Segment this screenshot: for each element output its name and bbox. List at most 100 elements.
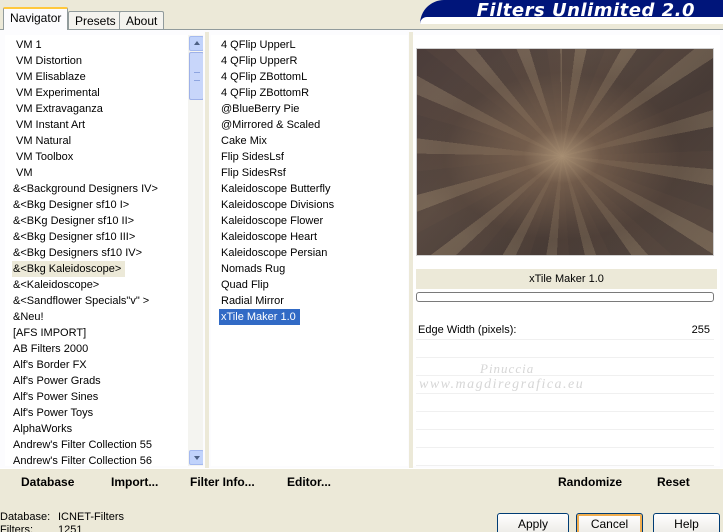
filter-item[interactable]: @Mirrored & Scaled <box>211 117 408 133</box>
filter-item-label: 4 QFlip ZBottomR <box>221 87 310 99</box>
category-item[interactable]: Andrew's Filter Collection 55 <box>5 437 185 453</box>
filter-item-label: @Mirrored & Scaled <box>221 119 321 131</box>
category-item-label: &<Bkg Designers sf10 IV> <box>13 247 143 259</box>
scroll-down-arrow-icon[interactable] <box>189 450 203 465</box>
category-item[interactable]: [AFS IMPORT] <box>5 325 185 341</box>
category-item[interactable]: VM Natural <box>5 133 185 149</box>
filter-item[interactable]: Kaleidoscope Persian <box>211 245 408 261</box>
param-row-empty <box>416 412 714 430</box>
category-item-label: &Neu! <box>13 311 44 323</box>
selected-filter-title: xTile Maker 1.0 <box>416 269 717 289</box>
filters-count-value: 1251 <box>58 524 83 532</box>
category-item[interactable]: &<Bkg Designer sf10 III> <box>5 229 185 245</box>
category-item-label: VM Extravaganza <box>16 103 103 115</box>
category-item-label: &<Background Designers IV> <box>13 183 158 195</box>
filter-item[interactable]: @BlueBerry Pie <box>211 101 408 117</box>
category-item[interactable]: Andrew's Filter Collection 56 <box>5 453 185 466</box>
category-item[interactable]: AB Filters 2000 <box>5 341 185 357</box>
filter-info-link[interactable]: Filter Info... <box>190 475 255 489</box>
category-scrollbar[interactable] <box>188 35 203 466</box>
import-link[interactable]: Import... <box>111 475 158 489</box>
param-value: 255 <box>691 324 710 336</box>
category-item[interactable]: &<Kaleidoscope> <box>5 277 185 293</box>
tab-presets[interactable]: Presets <box>68 11 123 29</box>
filter-item[interactable]: Cake Mix <box>211 133 408 149</box>
banner: Filters Unlimited 2.0 <box>420 0 723 24</box>
navigator-panel: VM 1 VM Distortion VM Elisablaze VM Experim… <box>0 30 723 498</box>
category-item[interactable]: Alf's Power Toys <box>5 405 185 421</box>
param-label: Edge Width (pixels): <box>418 324 517 336</box>
filter-item[interactable]: 4 QFlip UpperL <box>211 37 408 53</box>
divider-line <box>0 468 723 469</box>
filter-item[interactable]: Kaleidoscope Flower <box>211 213 408 229</box>
action-link-bar: Database Import... Filter Info... Editor… <box>0 468 723 498</box>
tab-navigator[interactable]: Navigator <box>3 7 69 30</box>
category-item-label: Andrew's Filter Collection 55 <box>13 439 153 451</box>
reset-link[interactable]: Reset <box>657 475 690 489</box>
category-item[interactable]: VM Distortion <box>5 53 185 69</box>
category-item[interactable]: VM Experimental <box>5 85 185 101</box>
filter-item[interactable]: Kaleidoscope Heart <box>211 229 408 245</box>
category-item-label: VM <box>16 167 33 179</box>
category-item[interactable]: &<BKg Designer sf10 II> <box>5 213 185 229</box>
param-row-edge-width[interactable]: Edge Width (pixels): 255 <box>416 322 714 340</box>
param-row-empty <box>416 448 714 466</box>
apply-button[interactable]: Apply <box>497 513 569 532</box>
scroll-thumb[interactable] <box>189 52 203 100</box>
category-item[interactable]: Alf's Power Grads <box>5 373 185 389</box>
filter-item[interactable]: Flip SidesLsf <box>211 149 408 165</box>
filter-item-label: Flip SidesLsf <box>221 151 284 163</box>
randomize-link[interactable]: Randomize <box>558 475 622 489</box>
scroll-up-arrow-icon[interactable] <box>189 36 203 51</box>
category-item-label: &<Bkg Designer sf10 I> <box>13 199 130 211</box>
category-item[interactable]: VM 1 <box>5 37 185 53</box>
category-item-label: &<Kaleidoscope> <box>13 279 100 291</box>
filter-list[interactable]: 4 QFlip UpperL 4 QFlip UpperR 4 QFlip ZBot… <box>211 35 408 466</box>
category-item[interactable]: &<Bkg Designer sf10 I> <box>5 197 185 213</box>
category-item[interactable]: AlphaWorks <box>5 421 185 437</box>
cancel-button[interactable]: Cancel <box>576 513 643 532</box>
filter-item[interactable]: Flip SidesRsf <box>211 165 408 181</box>
filter-item-label: Kaleidoscope Divisions <box>221 199 335 211</box>
category-item[interactable]: &<Bkg Designers sf10 IV> <box>5 245 185 261</box>
editor-link[interactable]: Editor... <box>287 475 331 489</box>
filter-item-label: 4 QFlip UpperL <box>221 39 296 51</box>
param-row-empty <box>416 430 714 448</box>
category-item-label: Alf's Power Toys <box>13 407 94 419</box>
category-list[interactable]: VM 1 VM Distortion VM Elisablaze VM Experim… <box>5 35 203 466</box>
filter-item-label: Quad Flip <box>221 279 269 291</box>
filter-item[interactable]: Kaleidoscope Butterfly <box>211 181 408 197</box>
filter-item-label: Kaleidoscope Flower <box>221 215 324 227</box>
category-item[interactable]: VM Toolbox <box>5 149 185 165</box>
category-item[interactable]: VM Instant Art <box>5 117 185 133</box>
pane-divider[interactable] <box>205 32 209 468</box>
category-item[interactable]: &Neu! <box>5 309 185 325</box>
category-item[interactable]: VM <box>5 165 185 181</box>
filter-item[interactable]: xTile Maker 1.0 <box>211 309 408 325</box>
category-item[interactable]: Alf's Border FX <box>5 357 185 373</box>
category-item[interactable]: &<Background Designers IV> <box>5 181 185 197</box>
category-item-label: &<BKg Designer sf10 II> <box>13 215 135 227</box>
filter-item-label: Kaleidoscope Butterfly <box>221 183 331 195</box>
filter-item[interactable]: Kaleidoscope Divisions <box>211 197 408 213</box>
filter-item[interactable]: Quad Flip <box>211 277 408 293</box>
filter-item[interactable]: Radial Mirror <box>211 293 408 309</box>
database-label: Database: <box>0 511 51 523</box>
database-link[interactable]: Database <box>21 475 74 489</box>
filter-item[interactable]: Nomads Rug <box>211 261 408 277</box>
filter-item[interactable]: 4 QFlip UpperR <box>211 53 408 69</box>
category-item[interactable]: Alf's Power Sines <box>5 389 185 405</box>
category-item[interactable]: &<Bkg Kaleidoscope> <box>5 261 185 277</box>
help-button[interactable]: Help <box>653 513 720 532</box>
category-item[interactable]: VM Elisablaze <box>5 69 185 85</box>
category-item-label: VM Toolbox <box>16 151 74 163</box>
category-item-label: [AFS IMPORT] <box>13 327 87 339</box>
category-item[interactable]: VM Extravaganza <box>5 101 185 117</box>
category-item-label: &<Bkg Kaleidoscope> <box>12 261 126 277</box>
category-item[interactable]: &<Sandflower Specials"v" > <box>5 293 185 309</box>
param-row-empty <box>416 340 714 358</box>
filter-item[interactable]: 4 QFlip ZBottomR <box>211 85 408 101</box>
category-item-label: &<Bkg Designer sf10 III> <box>13 231 136 243</box>
tab-about[interactable]: About <box>119 11 165 29</box>
filter-item[interactable]: 4 QFlip ZBottomL <box>211 69 408 85</box>
